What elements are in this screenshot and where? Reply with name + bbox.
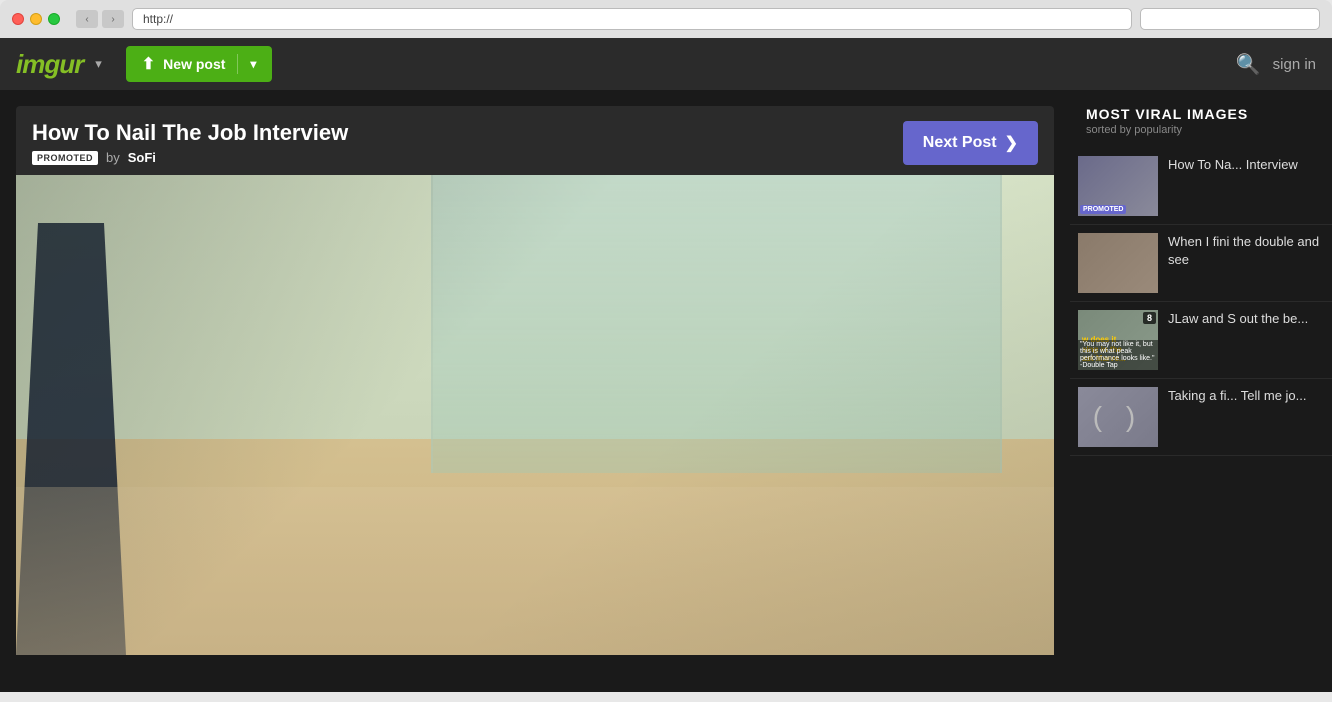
sidebar-item-text-1: How To Na... Interview (1168, 156, 1324, 174)
thumb-symbol-4: ( ) (1093, 401, 1143, 433)
imgur-logo[interactable]: imgur (16, 49, 83, 80)
sidebar-thumb-2 (1078, 233, 1158, 293)
url-text: http:// (143, 12, 173, 26)
post-header: How To Nail The Job Interview PROMOTED b… (16, 106, 1054, 175)
new-post-button[interactable]: ⬆ New post ▾ (126, 46, 273, 82)
post-meta: PROMOTED by SoFi (32, 150, 348, 165)
browser-search[interactable] (1140, 8, 1320, 30)
search-icon[interactable]: 🔍 (1236, 52, 1261, 77)
button-divider (237, 54, 238, 74)
thumb-image-4: ( ) (1078, 387, 1158, 447)
scene-overlay (16, 175, 1054, 655)
close-button[interactable] (12, 13, 24, 25)
author-name: SoFi (128, 150, 156, 165)
url-bar[interactable]: http:// (132, 8, 1132, 30)
post-image-container (16, 175, 1054, 655)
main-content: How To Nail The Job Interview PROMOTED b… (0, 90, 1332, 692)
imgur-navbar: imgur ▾ ⬆ New post ▾ 🔍 sign in (0, 38, 1332, 90)
forward-button[interactable]: › (102, 10, 124, 28)
sidebar-item-4[interactable]: ( ) Taking a fi... Tell me jo... (1070, 379, 1332, 456)
thumb-badge-3: 8 (1143, 312, 1156, 324)
next-post-arrow: ❯ (1005, 133, 1018, 153)
sidebar-item-text-2: When I fini the double and see (1168, 233, 1324, 269)
sidebar-item-1[interactable]: PROMOTED How To Na... Interview (1070, 148, 1332, 225)
thumb-promoted-badge-1: PROMOTED (1080, 205, 1126, 214)
sidebar-item-text-3: JLaw and S out the be... (1168, 310, 1324, 328)
thumb-caption-3: "You may not like it, but this is what p… (1078, 340, 1158, 370)
sidebar-item-3[interactable]: w does iteing in theast Marve... "You ma… (1070, 302, 1332, 379)
sidebar-thumb-1: PROMOTED (1078, 156, 1158, 216)
next-post-button[interactable]: Next Post ❯ (903, 121, 1038, 165)
logo-text: imgur (16, 49, 83, 79)
title-bar: ‹ › http:// (0, 8, 1332, 38)
window-chrome: ‹ › http:// (0, 0, 1332, 38)
browser-nav-buttons: ‹ › (76, 10, 124, 28)
sidebar-item-text-4: Taking a fi... Tell me jo... (1168, 387, 1324, 405)
sidebar-title: MOST VIRAL IMAGES (1070, 106, 1332, 124)
minimize-button[interactable] (30, 13, 42, 25)
maximize-button[interactable] (48, 13, 60, 25)
sidebar-subtitle: sorted by popularity (1070, 124, 1332, 148)
sign-in-button[interactable]: sign in (1273, 56, 1316, 73)
post-title: How To Nail The Job Interview (32, 120, 348, 146)
post-area: How To Nail The Job Interview PROMOTED b… (0, 90, 1070, 692)
sidebar-thumb-3: w does iteing in theast Marve... "You ma… (1078, 310, 1158, 370)
thumb-image-2 (1078, 233, 1158, 293)
upload-icon: ⬆ (142, 54, 155, 74)
right-sidebar: MOST VIRAL IMAGES sorted by popularity P… (1070, 90, 1332, 692)
sidebar-thumb-4: ( ) (1078, 387, 1158, 447)
promoted-badge: PROMOTED (32, 151, 98, 165)
new-post-dropdown-icon: ▾ (250, 57, 256, 71)
logo-dropdown-icon[interactable]: ▾ (95, 56, 102, 72)
new-post-label: New post (163, 56, 225, 72)
post-title-area: How To Nail The Job Interview PROMOTED b… (32, 120, 348, 165)
sidebar-item-2[interactable]: When I fini the double and see (1070, 225, 1332, 302)
traffic-lights (12, 13, 60, 25)
back-button[interactable]: ‹ (76, 10, 98, 28)
by-text: by (106, 150, 120, 165)
post-image (16, 175, 1054, 655)
next-post-label: Next Post (923, 134, 997, 152)
